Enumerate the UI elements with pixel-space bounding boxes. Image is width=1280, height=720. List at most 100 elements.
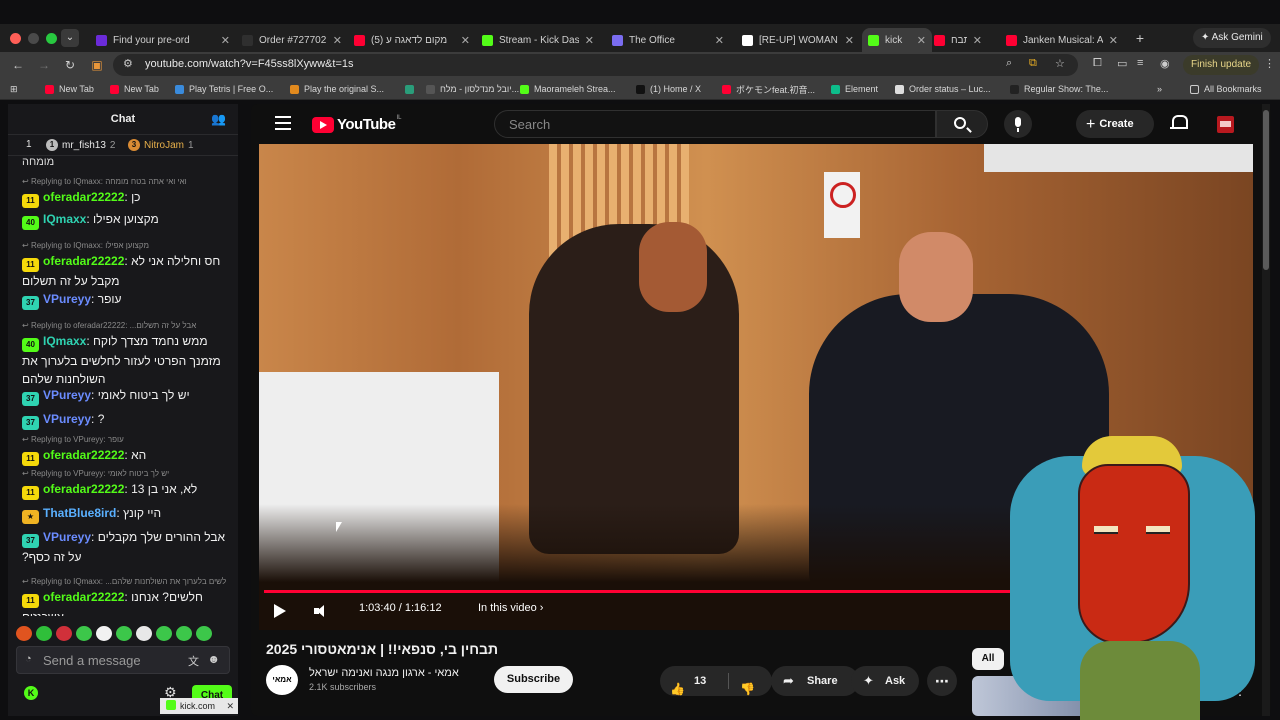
- install-app-icon[interactable]: ⧉: [1029, 57, 1037, 70]
- all-bookmarks-button[interactable]: All Bookmarks: [1190, 82, 1262, 96]
- bookmark-item[interactable]: Maorameleh Strea...: [520, 82, 616, 96]
- close-tab-icon[interactable]: ✕: [461, 34, 470, 47]
- ask-gemini-button[interactable]: ✦ Ask Gemini: [1193, 28, 1271, 48]
- browser-tab[interactable]: The Office ✕: [606, 28, 730, 52]
- chat-message[interactable]: ↩ Replying to oferadar22222: ...אבל על ז…: [22, 320, 226, 388]
- reload-icon[interactable]: ↻: [62, 57, 78, 73]
- page-scrollbar[interactable]: [1262, 104, 1270, 716]
- back-icon[interactable]: ←: [10, 57, 26, 73]
- address-bar[interactable]: ⚙ youtube.com/watch?v=F45ss8lXyww&t=1s ⌕…: [113, 54, 1078, 76]
- translate-icon[interactable]: 文: [188, 653, 199, 669]
- chat-message[interactable]: ↩ Replying to IQmaxx: ...לעזור לחלשים בל…: [22, 576, 226, 616]
- chat-message[interactable]: 40 IQmaxx: מקצוען אפילו: [22, 210, 226, 230]
- leaderboard-entry[interactable]: 3 NitroJam 1: [128, 139, 194, 151]
- more-actions-icon[interactable]: ⋯: [927, 666, 957, 696]
- emoji-icon[interactable]: ☻: [207, 652, 220, 666]
- browser-tab[interactable]: kick ✕: [862, 28, 932, 52]
- bookmark-item[interactable]: Play the original S...: [290, 82, 384, 96]
- profile-icon[interactable]: ◉: [1160, 57, 1170, 70]
- microphone-icon[interactable]: [1004, 110, 1032, 138]
- bookmark-item[interactable]: (1) Home / X: [636, 82, 701, 96]
- sidebar-icon[interactable]: ≡: [1137, 57, 1143, 69]
- chat-username[interactable]: oferadar22222: [43, 590, 124, 604]
- close-tab-icon[interactable]: ✕: [715, 34, 724, 47]
- chat-username[interactable]: IQmaxx: [43, 212, 86, 226]
- youtube-logo[interactable]: YouTube IL: [312, 115, 401, 133]
- site-info-icon[interactable]: ⚙: [123, 57, 133, 70]
- browser-tab[interactable]: [RE-UP] WOMAN ✕: [736, 28, 860, 52]
- reading-mode-icon[interactable]: ▣: [89, 57, 105, 73]
- maximize-window-button[interactable]: [46, 33, 57, 44]
- chat-message[interactable]: 37 VPureyy: ?: [22, 410, 226, 430]
- chat-input-box[interactable]: ◔ 文 ☻: [16, 646, 230, 674]
- share-button[interactable]: ➦ Share: [771, 666, 859, 696]
- volume-icon[interactable]: [314, 604, 326, 618]
- browser-tab[interactable]: Stream - Kick Das ✕: [476, 28, 600, 52]
- emote-icon[interactable]: [156, 626, 172, 641]
- subscribe-button[interactable]: Subscribe: [494, 666, 573, 693]
- chat-username[interactable]: ThatBlue8ird: [43, 506, 116, 520]
- notifications-bell-icon[interactable]: [1170, 114, 1188, 132]
- chat-username[interactable]: VPureyy: [43, 388, 91, 402]
- chat-username[interactable]: IQmaxx: [43, 334, 86, 348]
- emote-icon[interactable]: [16, 626, 32, 641]
- emote-icon[interactable]: [56, 626, 72, 641]
- chat-username[interactable]: oferadar22222: [43, 254, 124, 268]
- close-window-button[interactable]: [10, 33, 21, 44]
- chat-username[interactable]: VPureyy: [43, 530, 91, 544]
- chat-message[interactable]: ↩ Replying to IQmaxx: ואי ואי אתה בטח מו…: [22, 176, 226, 208]
- account-avatar[interactable]: [1217, 116, 1234, 133]
- emote-icon[interactable]: [196, 626, 212, 641]
- users-icon[interactable]: 👥: [211, 104, 226, 134]
- search-button[interactable]: [936, 110, 988, 138]
- youtube-search-input[interactable]: [509, 115, 909, 133]
- emote-icon[interactable]: [176, 626, 192, 641]
- ask-button[interactable]: ✦ Ask: [851, 666, 919, 696]
- browser-tab[interactable]: Order #727702 - ✕: [236, 28, 348, 52]
- emote-icon[interactable]: [76, 626, 92, 641]
- chat-message[interactable]: ↩ Replying to VPureyy: עופר 11 oferadar222…: [22, 434, 226, 466]
- dislike-thumb-down-icon[interactable]: 👎: [740, 674, 755, 704]
- youtube-search-box[interactable]: [494, 110, 936, 138]
- leaderboard-entry[interactable]: 1 mr_fish13 2: [46, 139, 115, 151]
- more-bookmarks-icon[interactable]: »: [1157, 82, 1162, 96]
- chat-message[interactable]: 37 VPureyy: יש לך ביטוח לאומי: [22, 386, 226, 406]
- extensions-icon[interactable]: ⧠: [1093, 57, 1102, 70]
- chat-mode-icon[interactable]: ◔: [25, 653, 32, 665]
- finish-update-button[interactable]: Finish update: [1183, 55, 1260, 75]
- channel-avatar[interactable]: אמאי: [266, 665, 298, 695]
- bookmark-item[interactable]: Play Tetris | Free O...: [175, 82, 273, 96]
- close-tab-icon[interactable]: ✕: [585, 34, 594, 47]
- channel-name[interactable]: אמאי - ארגון מנגה ואנימה ישראל: [309, 667, 459, 679]
- browser-tab[interactable]: תבח ✕: [928, 28, 988, 52]
- bookmark-star-icon[interactable]: ☆: [1055, 57, 1065, 70]
- url-text[interactable]: youtube.com/watch?v=F45ss8lXyww&t=1s: [145, 58, 354, 70]
- bookmark-item[interactable]: יובל מנדלסון - מלח...: [426, 82, 519, 96]
- browser-tab[interactable]: (5) מקום לדאגה ע ✕: [348, 28, 476, 52]
- bookmark-item[interactable]: New Tab: [110, 82, 159, 96]
- close-tab-icon[interactable]: ✕: [221, 34, 230, 47]
- bookmark-item[interactable]: New Tab: [45, 82, 94, 96]
- forward-icon[interactable]: →: [36, 57, 52, 73]
- zoom-icon[interactable]: ⌕: [1006, 57, 1012, 70]
- bookmark-item[interactable]: Order status – Luc...: [895, 82, 991, 96]
- close-tab-icon[interactable]: ✕: [333, 34, 342, 47]
- minimize-window-button[interactable]: [28, 33, 39, 44]
- create-button[interactable]: + Create: [1076, 110, 1154, 138]
- bookmark-item[interactable]: ポケモンfeat.初音...: [722, 82, 815, 96]
- menu-hamburger-icon[interactable]: [275, 116, 291, 130]
- chat-username[interactable]: oferadar22222: [43, 482, 124, 496]
- cast-icon[interactable]: ▭: [1117, 57, 1127, 70]
- play-icon[interactable]: [274, 604, 286, 618]
- chat-message[interactable]: ↩ Replying to VPureyy: יש לך ביטוח לאומי…: [22, 468, 226, 500]
- browser-tab[interactable]: Find your pre-ord ✕: [90, 28, 236, 52]
- emote-icon[interactable]: [136, 626, 152, 641]
- emote-icon[interactable]: [96, 626, 112, 641]
- chip-all[interactable]: All: [972, 648, 1004, 670]
- bookmark-item[interactable]: [405, 82, 419, 96]
- browser-tab[interactable]: Janken Musical: A ✕: [1000, 28, 1124, 52]
- close-tab-icon[interactable]: ✕: [845, 34, 854, 47]
- apps-icon[interactable]: ⊞: [10, 82, 18, 96]
- close-tab-icon[interactable]: ✕: [973, 34, 982, 47]
- new-tab-button[interactable]: +: [1130, 28, 1150, 48]
